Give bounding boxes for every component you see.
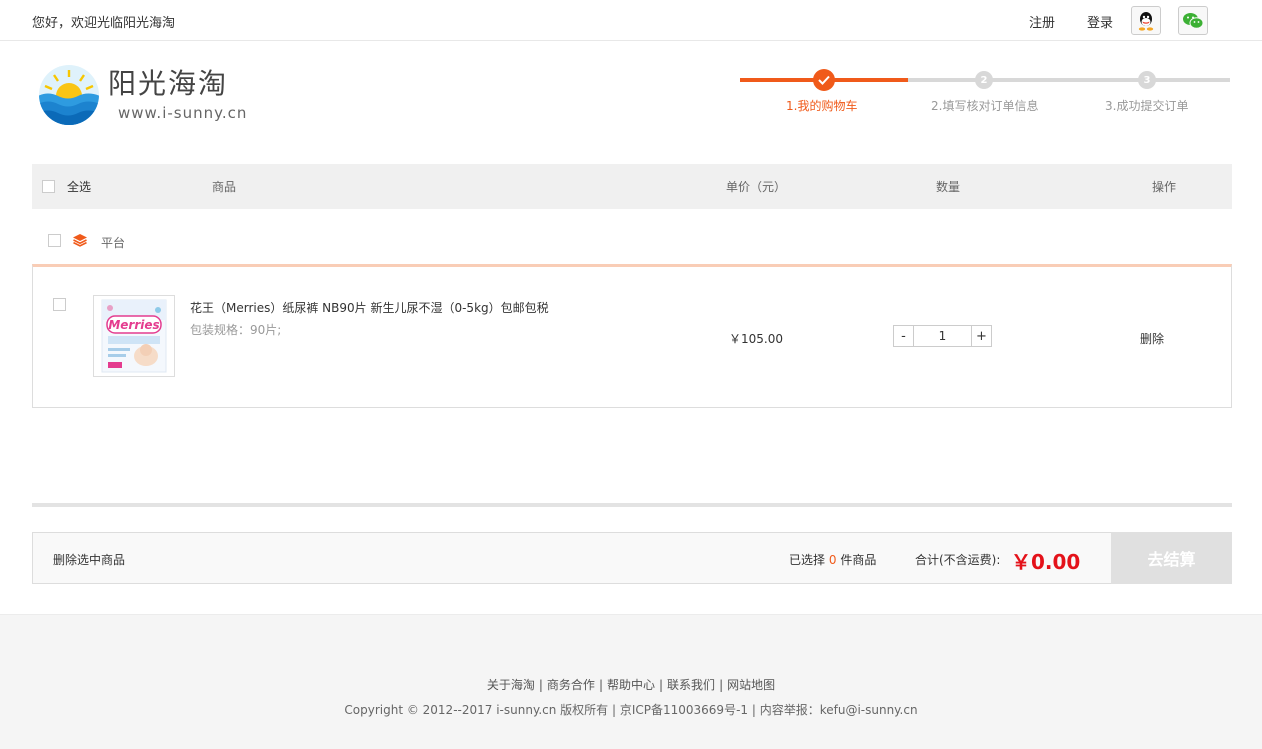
step-3-dot: 3 bbox=[1138, 71, 1156, 89]
quantity-decrease-button[interactable]: - bbox=[894, 326, 914, 346]
footer-link-about[interactable]: 关于海淘 bbox=[487, 678, 535, 692]
delete-selected-button[interactable]: 删除选中商品 bbox=[53, 551, 125, 568]
selected-suffix: 件商品 bbox=[840, 553, 877, 567]
logo-name: 阳光海淘 bbox=[108, 67, 229, 100]
select-all-checkbox[interactable] bbox=[42, 180, 55, 193]
footer-link-business[interactable]: 商务合作 bbox=[547, 678, 595, 692]
step-2-dot: 2 bbox=[975, 71, 993, 89]
cart-item: Merries 花王（Merries）纸尿裤 NB90片 新生儿尿不湿（0-5k… bbox=[32, 264, 1232, 408]
footer-separator: | bbox=[598, 678, 603, 692]
sun-sea-logo-icon bbox=[39, 65, 99, 125]
footer-separator: | bbox=[659, 678, 664, 692]
product-unit-price: ￥105.00 bbox=[729, 332, 783, 346]
checkout-button[interactable]: 去结算 bbox=[1111, 532, 1232, 584]
store-row: 平台 bbox=[32, 222, 1232, 262]
footer-link-contact[interactable]: 联系我们 bbox=[667, 678, 715, 692]
top-bar: 您好，欢迎光临阳光海淘 注册 登录 bbox=[0, 0, 1262, 41]
register-link[interactable]: 注册 bbox=[1029, 12, 1055, 31]
select-all-label[interactable]: 全选 bbox=[67, 178, 91, 195]
total-label: 合计(不含运费): bbox=[915, 553, 1001, 567]
product-title[interactable]: 花王（Merries）纸尿裤 NB90片 新生儿尿不湿（0-5kg）包邮包税 bbox=[190, 299, 549, 316]
footer-links: 关于海淘 | 商务合作 | 帮助中心 | 联系我们 | 网站地图 bbox=[0, 676, 1262, 693]
section-divider bbox=[32, 503, 1232, 507]
welcome-text: 您好，欢迎光临阳光海淘 bbox=[32, 16, 176, 31]
product-spec: 包装规格：90片; bbox=[190, 323, 282, 337]
site-logo[interactable]: 阳光海淘 www.i-sunny.cn bbox=[38, 60, 248, 126]
store-checkbox[interactable] bbox=[48, 234, 61, 247]
footer-link-sitemap[interactable]: 网站地图 bbox=[727, 678, 775, 692]
unit-price-column-header: 单价（元） bbox=[726, 180, 787, 194]
selected-count: 0 bbox=[828, 553, 837, 567]
total-value: ￥0.00 bbox=[1011, 550, 1081, 574]
selected-count-info: 已选择 0 件商品 bbox=[789, 551, 876, 568]
product-column-header: 商品 bbox=[212, 180, 237, 194]
product-thumbnail[interactable]: Merries bbox=[93, 295, 175, 377]
login-link[interactable]: 登录 bbox=[1087, 12, 1113, 31]
footer: 关于海淘 | 商务合作 | 帮助中心 | 联系我们 | 网站地图 Copyright © 201… bbox=[0, 614, 1262, 749]
footer-separator: | bbox=[719, 678, 724, 692]
footer-link-help[interactable]: 帮助中心 bbox=[607, 678, 655, 692]
store-layers-icon bbox=[72, 233, 88, 250]
cart-summary-bar: 删除选中商品 已选择 0 件商品 合计(不含运费): ￥0.00 去结算 bbox=[32, 532, 1232, 584]
store-name: 平台 bbox=[101, 236, 126, 250]
action-column-header: 操作 bbox=[1152, 180, 1177, 194]
cart-header: 全选 商品 单价（元） 数量 操作 bbox=[32, 164, 1232, 209]
quantity-column-header: 数量 bbox=[936, 180, 961, 194]
delete-item-button[interactable]: 删除 bbox=[1140, 330, 1164, 347]
step-3-label: 3.成功提交订单 bbox=[1105, 99, 1189, 113]
selected-prefix: 已选择 bbox=[789, 553, 826, 567]
item-checkbox[interactable] bbox=[53, 298, 66, 311]
step-1-label: 1.我的购物车 bbox=[786, 99, 858, 113]
wechat-login-icon[interactable] bbox=[1178, 6, 1208, 35]
quantity-input[interactable] bbox=[914, 326, 971, 346]
qq-login-icon[interactable] bbox=[1131, 6, 1161, 35]
step-1-check-icon bbox=[813, 69, 835, 91]
quantity-increase-button[interactable]: + bbox=[971, 326, 991, 346]
quantity-stepper: - + bbox=[893, 325, 992, 347]
copyright-text: Copyright © 2012--2017 i-sunny.cn 版权所有 |… bbox=[344, 703, 918, 717]
step-2-label: 2.填写核对订单信息 bbox=[931, 99, 1039, 113]
footer-separator: | bbox=[538, 678, 543, 692]
product-brand-text: Merries bbox=[108, 318, 159, 332]
logo-url: www.i-sunny.cn bbox=[118, 104, 248, 122]
checkout-progress: 2 3 1.我的购物车 2.填写核对订单信息 3.成功提交订单 bbox=[740, 66, 1232, 116]
